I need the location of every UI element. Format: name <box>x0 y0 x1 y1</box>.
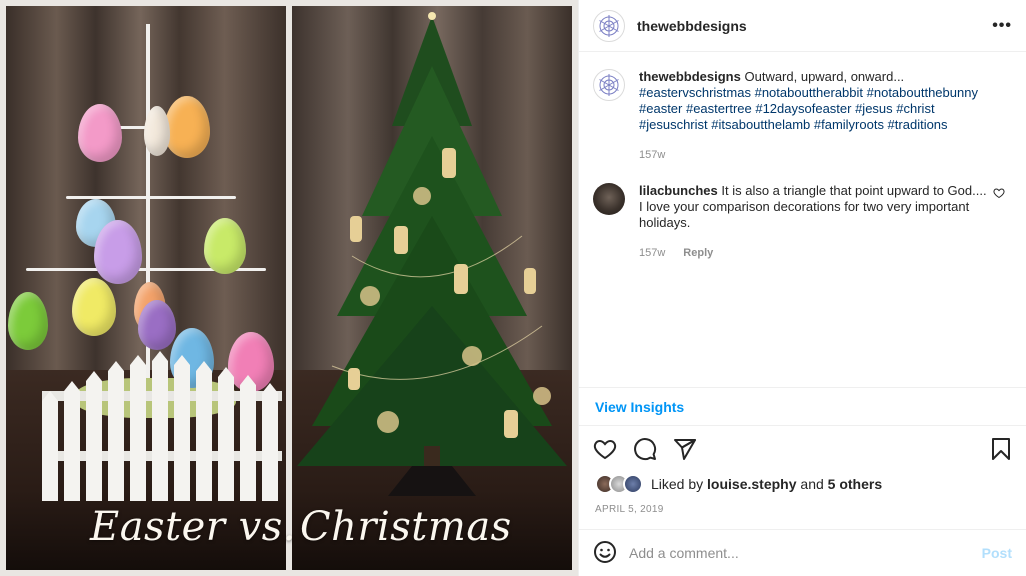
likes-others-link[interactable]: 5 others <box>828 476 882 492</box>
picket <box>130 355 146 501</box>
picket <box>196 361 212 501</box>
likes-summary: Liked by louise.stephy and 5 others <box>595 472 1010 496</box>
liked-by-user[interactable]: louise.stephy <box>707 476 796 492</box>
caption-username[interactable]: thewebbdesigns <box>639 69 741 84</box>
green-egg <box>8 292 48 350</box>
profile-avatar[interactable] <box>593 69 625 101</box>
view-insights-link[interactable]: View Insights <box>595 399 684 415</box>
commenter-avatar[interactable] <box>593 183 625 215</box>
image-caption-easter: Easter vs. <box>90 504 296 550</box>
likes-joiner: and <box>800 476 824 492</box>
post-header: thewebbdesigns ••• <box>579 0 1026 52</box>
share-send-icon[interactable] <box>673 437 697 461</box>
picket <box>152 351 168 501</box>
lilac-egg <box>94 220 142 284</box>
christmas-panel <box>292 6 572 570</box>
post-sidebar: thewebbdesigns ••• thewebbdesigns Outwar… <box>578 0 1026 576</box>
picket <box>64 381 80 501</box>
snowflake-logo-icon <box>599 74 619 96</box>
cream-egg <box>144 106 170 156</box>
picket <box>174 355 190 501</box>
liked-by-label: Liked by <box>651 476 704 492</box>
pink-egg <box>78 104 122 162</box>
liker-avatar <box>623 474 643 494</box>
picket <box>86 371 102 501</box>
profile-avatar[interactable] <box>593 9 625 42</box>
comment-username[interactable]: lilacbunches <box>639 183 718 198</box>
caption-hashtags[interactable]: #eastervschristmas #notabouttherabbit #n… <box>639 85 978 132</box>
comment-bubble-icon[interactable] <box>633 437 657 461</box>
reply-button[interactable]: Reply <box>683 245 713 261</box>
add-comment-bar: Add a comment... Post <box>579 529 1026 576</box>
picket <box>240 375 256 501</box>
emoji-smiley-icon[interactable] <box>593 540 617 567</box>
purple-egg <box>138 300 176 350</box>
comment-meta: 157w Reply <box>639 245 987 261</box>
comment-age[interactable]: 157w <box>639 245 665 261</box>
like-comment-heart-icon[interactable] <box>993 187 1005 202</box>
like-heart-icon[interactable] <box>593 437 617 461</box>
easter-panel <box>6 6 286 570</box>
view-insights-bar: View Insights <box>579 388 1026 426</box>
post-image[interactable]: Easter vs. Christmas <box>0 0 578 576</box>
comment-body: lilacbunches It is also a triangle that … <box>639 183 987 261</box>
caption-text: Outward, upward, onward... <box>744 69 905 84</box>
picket <box>218 367 234 501</box>
orange-egg <box>164 96 210 158</box>
comment-item: lilacbunches It is also a triangle that … <box>593 183 1012 261</box>
picket <box>42 391 58 501</box>
snowflake-logo-icon <box>599 14 619 37</box>
comment-input[interactable]: Add a comment... <box>629 545 982 561</box>
more-options-icon[interactable]: ••• <box>992 17 1012 35</box>
caption-body: thewebbdesigns Outward, upward, onward..… <box>639 69 999 163</box>
post-date[interactable]: APRIL 5, 2019 <box>595 504 664 515</box>
christmas-tree <box>297 12 567 496</box>
yellow-egg <box>72 278 116 336</box>
lime-egg <box>204 218 246 274</box>
comments-section: thewebbdesigns Outward, upward, onward..… <box>579 53 1026 388</box>
picket-fence <box>42 351 282 501</box>
image-caption-christmas: Christmas <box>300 504 512 550</box>
caption-meta: 157w <box>639 147 999 163</box>
liker-avatars[interactable] <box>595 474 643 494</box>
post-comment-button[interactable]: Post <box>982 545 1012 561</box>
picket <box>262 383 278 501</box>
post-actions <box>593 432 1012 466</box>
bookmark-save-icon[interactable] <box>990 437 1012 461</box>
header-username[interactable]: thewebbdesigns <box>637 18 747 34</box>
picket <box>108 361 124 501</box>
caption-age[interactable]: 157w <box>639 147 665 163</box>
caption-comment: thewebbdesigns Outward, upward, onward..… <box>593 69 1012 163</box>
